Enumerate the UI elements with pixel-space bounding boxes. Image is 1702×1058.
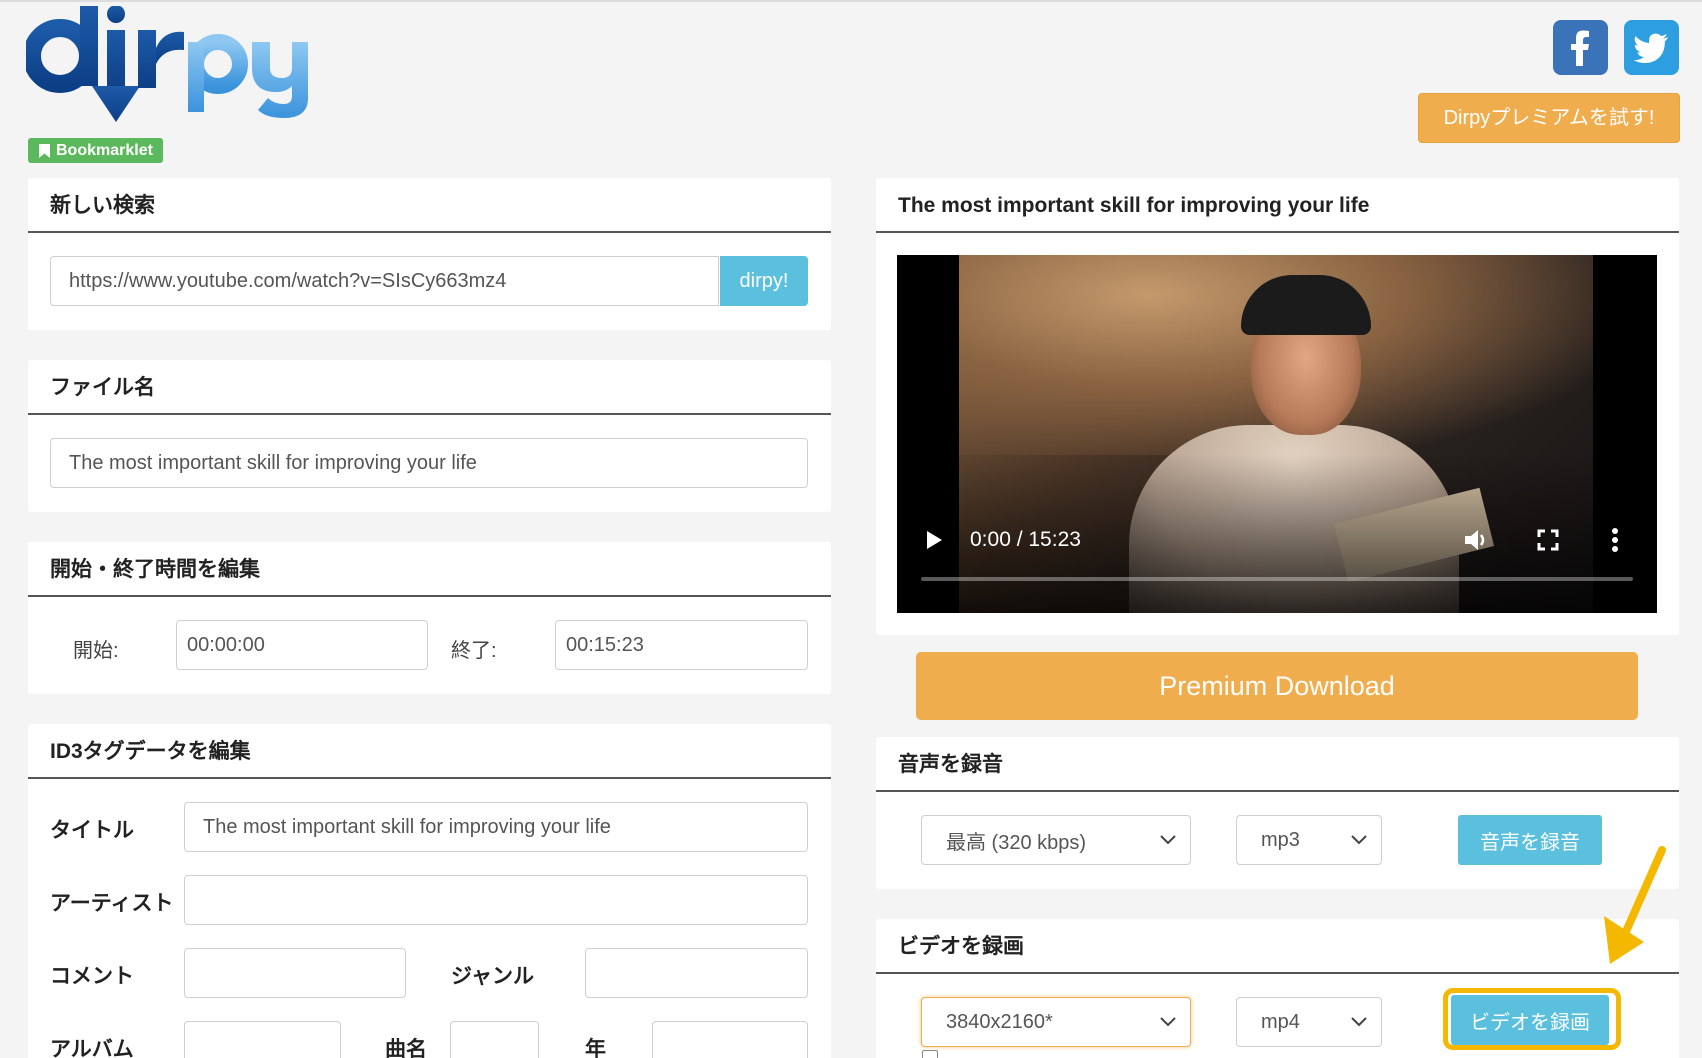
audio-panel: 音声を録音 最高 (320 kbps) mp3 音声を録音 bbox=[876, 737, 1679, 889]
bookmarklet-label: Bookmarklet bbox=[56, 142, 153, 159]
audio-quality-select[interactable]: 最高 (320 kbps) bbox=[921, 815, 1191, 865]
audio-format-select[interactable]: mp3 bbox=[1236, 815, 1382, 865]
chevron-down-icon bbox=[1351, 1017, 1367, 1027]
dirpy-logo-mark bbox=[23, 5, 308, 122]
id3-artist-input[interactable] bbox=[184, 875, 808, 925]
fullscreen-icon[interactable] bbox=[1537, 529, 1559, 551]
video-progress-bar[interactable] bbox=[921, 577, 1633, 581]
id3-panel-title: ID3タグデータを編集 bbox=[28, 724, 831, 779]
id3-album-input[interactable] bbox=[184, 1021, 341, 1058]
filename-panel: ファイル名 The most important skill for impro… bbox=[28, 360, 831, 512]
video-format-value: mp4 bbox=[1261, 1010, 1300, 1033]
id3-genre-label: ジャンル bbox=[451, 965, 534, 988]
more-options-icon[interactable] bbox=[1611, 528, 1619, 552]
id3-comment-input[interactable] bbox=[184, 948, 406, 998]
id3-album-label: アルバム bbox=[50, 1038, 134, 1058]
id3-track-input[interactable] bbox=[450, 1021, 539, 1058]
twitter-icon bbox=[1633, 33, 1668, 63]
audio-format-value: mp3 bbox=[1261, 828, 1300, 851]
top-border bbox=[0, 0, 1702, 2]
time-edit-panel-title: 開始・終了時間を編集 bbox=[28, 542, 831, 597]
video-panel-title: The most important skill for improving y… bbox=[876, 178, 1679, 233]
filename-input[interactable]: The most important skill for improving y… bbox=[50, 438, 808, 488]
video-format-select[interactable]: mp4 bbox=[1236, 997, 1382, 1047]
id3-year-input[interactable] bbox=[652, 1021, 808, 1058]
record-audio-button[interactable]: 音声を録音 bbox=[1458, 815, 1602, 865]
video-time-display: 0:00 / 15:23 bbox=[970, 528, 1081, 551]
chevron-down-icon bbox=[1160, 1017, 1176, 1027]
chevron-down-icon bbox=[1160, 835, 1176, 845]
volume-icon[interactable] bbox=[1463, 527, 1489, 553]
option-checkbox[interactable] bbox=[922, 1050, 938, 1058]
dirpy-logo[interactable] bbox=[23, 5, 336, 136]
url-input[interactable]: https://www.youtube.com/watch?v=SIsCy663… bbox=[50, 256, 719, 306]
premium-try-button[interactable]: Dirpyプレミアムを試す! bbox=[1418, 93, 1680, 143]
end-time-input[interactable]: 00:15:23 bbox=[555, 620, 808, 670]
id3-track-label: 曲名 bbox=[385, 1038, 427, 1058]
premium-download-button[interactable]: Premium Download bbox=[916, 652, 1638, 720]
facebook-icon bbox=[1571, 30, 1589, 66]
start-time-label: 開始: bbox=[73, 640, 119, 662]
bookmark-icon bbox=[39, 144, 50, 158]
annotation-arrow-icon bbox=[1604, 846, 1666, 964]
search-panel-title: 新しい検索 bbox=[28, 178, 831, 233]
bookmarklet-badge[interactable]: Bookmarklet bbox=[28, 138, 163, 163]
end-time-label: 終了: bbox=[451, 640, 497, 662]
time-edit-panel: 開始・終了時間を編集 開始: 00:00:00 終了: 00:15:23 bbox=[28, 542, 831, 694]
filename-panel-title: ファイル名 bbox=[28, 360, 831, 415]
facebook-button[interactable] bbox=[1553, 20, 1608, 75]
video-resolution-value: 3840x2160* bbox=[946, 1010, 1053, 1033]
start-time-input[interactable]: 00:00:00 bbox=[176, 620, 428, 670]
audio-quality-value: 最高 (320 kbps) bbox=[946, 831, 1087, 854]
id3-comment-label: コメント bbox=[50, 965, 134, 988]
search-panel: 新しい検索 https://www.youtube.com/watch?v=SI… bbox=[28, 178, 831, 330]
video-resolution-select[interactable]: 3840x2160* bbox=[921, 997, 1191, 1047]
video-player[interactable]: 0:00 / 15:23 bbox=[897, 255, 1657, 613]
id3-genre-input[interactable] bbox=[585, 948, 808, 998]
dirpy-submit-button[interactable]: dirpy! bbox=[720, 256, 808, 306]
twitter-button[interactable] bbox=[1624, 20, 1679, 75]
play-icon[interactable] bbox=[924, 530, 944, 550]
audio-panel-title: 音声を録音 bbox=[876, 737, 1679, 792]
id3-title-input[interactable]: The most important skill for improving y… bbox=[184, 802, 808, 852]
id3-artist-label: アーティスト bbox=[50, 892, 174, 915]
id3-title-label: タイトル bbox=[50, 819, 134, 842]
video-record-panel-title: ビデオを録画 bbox=[876, 919, 1679, 974]
chevron-down-icon bbox=[1351, 835, 1367, 845]
id3-year-label: 年 bbox=[585, 1038, 606, 1058]
record-video-highlight-box bbox=[1443, 988, 1621, 1050]
id3-panel: ID3タグデータを編集 タイトル The most important skil… bbox=[28, 724, 831, 1058]
